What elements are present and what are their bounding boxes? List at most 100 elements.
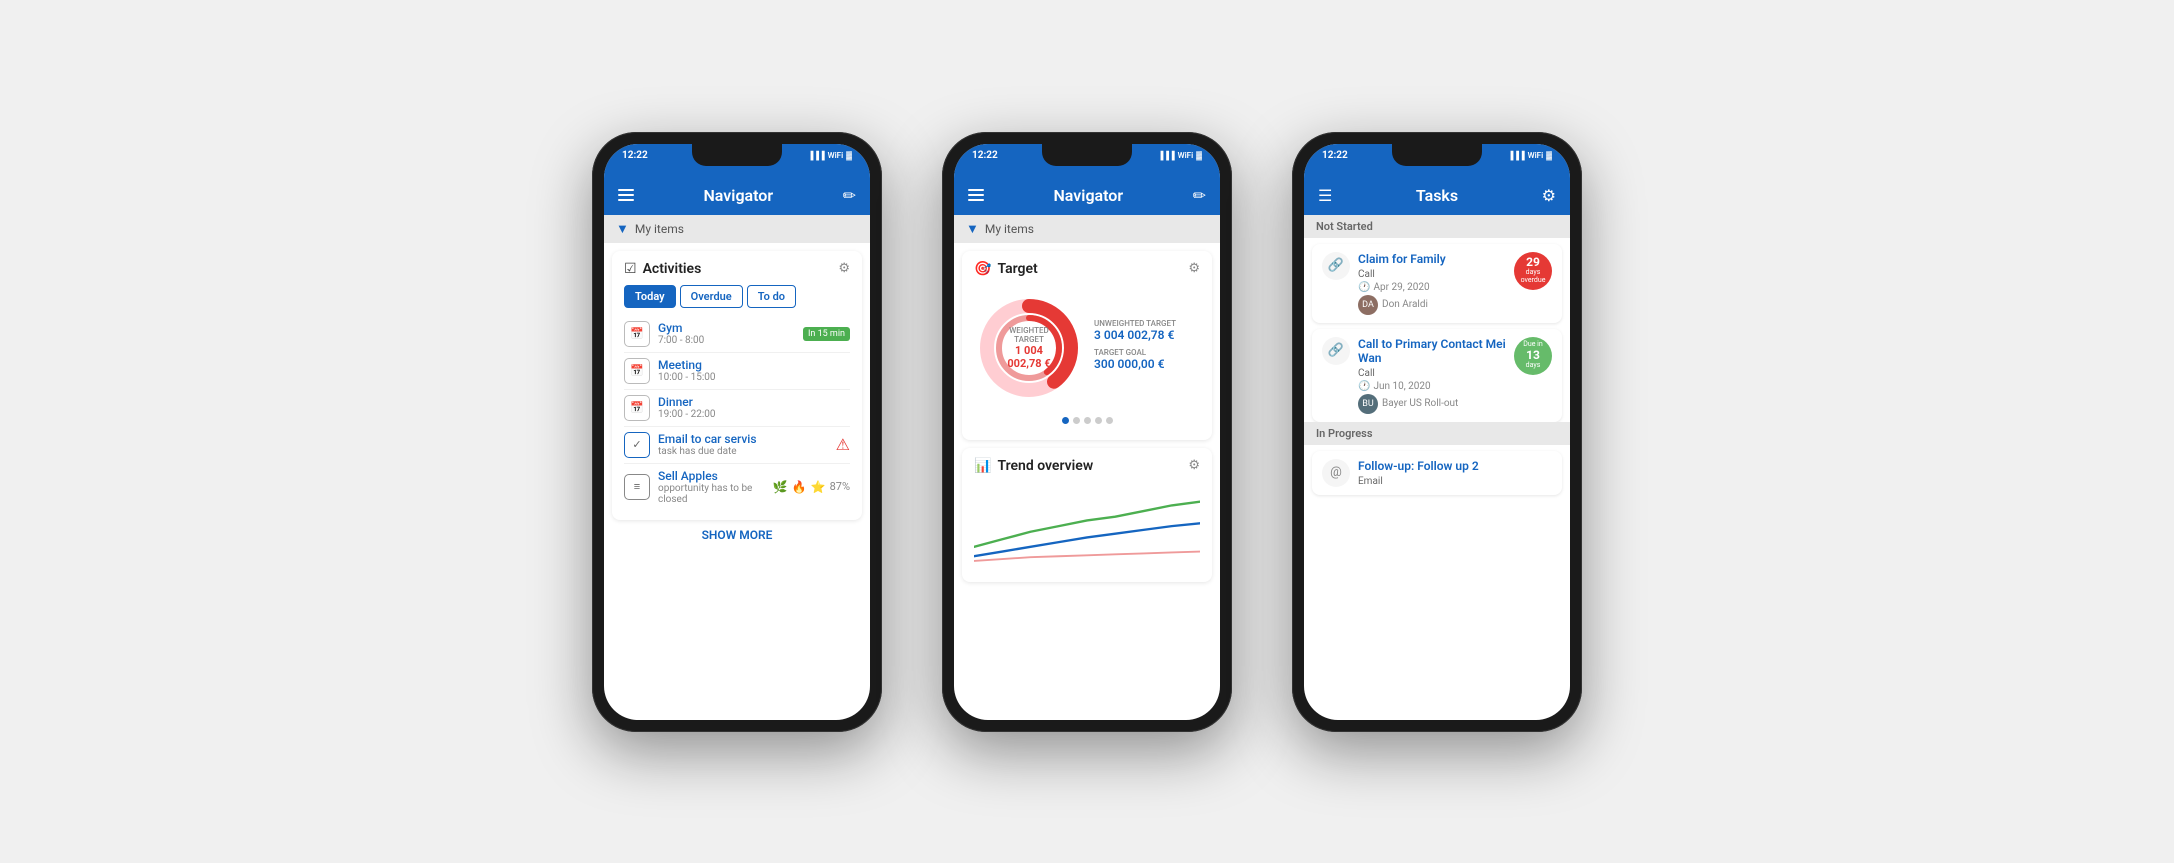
- dinner-time: 19:00 - 22:00: [658, 409, 850, 420]
- unweighted-value: 3 004 002,78 €: [1094, 328, 1200, 342]
- email-info: Email to car servis task has due date: [658, 432, 828, 457]
- edit-icon-1[interactable]: ✏: [843, 186, 856, 205]
- filter-label-1: My items: [635, 222, 684, 236]
- task-icon-call: 🔗: [1322, 337, 1350, 365]
- task-call[interactable]: 🔗 Call to Primary Contact Mei Wan Call 🕐…: [1312, 329, 1562, 422]
- gear-icon-2[interactable]: ⚙: [1188, 261, 1200, 276]
- clock-icon-2: 🕐: [1358, 381, 1370, 392]
- tab-today[interactable]: Today: [624, 285, 676, 308]
- show-more-btn[interactable]: SHOW MORE: [604, 520, 870, 550]
- unweighted-label: UNWEIGHTED TARGET: [1094, 319, 1200, 328]
- wifi-icon-2: WiFi: [1178, 151, 1194, 160]
- menu-icon-1[interactable]: [618, 189, 634, 201]
- activities-title: Activities: [643, 261, 702, 277]
- person-call: Bayer US Roll-out: [1382, 398, 1458, 409]
- link-icon-1: 🔗: [1328, 258, 1344, 273]
- gear-icon-1[interactable]: ⚙: [838, 261, 850, 276]
- goal-label: TARGET GOAL: [1094, 348, 1200, 357]
- wifi-icon-3: WiFi: [1528, 151, 1544, 160]
- fire-icon: 🔥: [792, 480, 807, 494]
- task-icon-followup: @: [1322, 459, 1350, 487]
- meeting-icon: 📅: [624, 358, 650, 384]
- task-type-followup: Email: [1358, 476, 1552, 487]
- activity-sell: ≡ Sell Apples opportunity has to be clos…: [624, 464, 850, 510]
- gym-badge: In 15 min: [803, 327, 850, 341]
- section-in-progress: In Progress: [1304, 422, 1570, 445]
- scroll-content-1: ☑ Activities ⚙ Today Overdue To do 📅: [604, 243, 870, 720]
- header-title-2: Navigator: [1053, 186, 1123, 205]
- phone-3: 12:22 ▐▐▐ WiFi ▓ ☰ Tasks ⚙ Not Started: [1292, 132, 1582, 732]
- target-icon: 🎯: [974, 261, 991, 277]
- email-name[interactable]: Email to car servis: [658, 432, 828, 446]
- email-icon: ✓: [624, 432, 650, 458]
- avatar-call: BU: [1358, 394, 1378, 414]
- app-header-2: Navigator ✏: [954, 180, 1220, 215]
- tabs-row-1: Today Overdue To do: [624, 285, 850, 308]
- task-claim[interactable]: 🔗 Claim for Family Call 🕐 Apr 29, 2020 D…: [1312, 244, 1562, 323]
- task-title-claim[interactable]: Claim for Family: [1358, 252, 1506, 266]
- person-claim: Don Araldi: [1382, 299, 1428, 310]
- meeting-time: 10:00 - 15:00: [658, 372, 850, 383]
- filter-icon-1[interactable]: ▼: [616, 221, 629, 237]
- filter-icon-2[interactable]: ▼: [966, 221, 979, 237]
- target-title-row: 🎯 Target: [974, 261, 1038, 277]
- menu-icon-2[interactable]: [968, 189, 984, 201]
- sell-name[interactable]: Sell Apples: [658, 469, 765, 483]
- donut-label: WEIGHTED TARGET: [1002, 325, 1057, 343]
- dinner-name[interactable]: Dinner: [658, 395, 850, 409]
- dot-1[interactable]: [1062, 417, 1069, 424]
- signal-icon: ▐▐▐: [808, 151, 825, 160]
- tab-todo[interactable]: To do: [747, 285, 796, 308]
- status-time-2: 12:22: [972, 150, 998, 161]
- dinner-info: Dinner 19:00 - 22:00: [658, 395, 850, 420]
- dot-2[interactable]: [1073, 417, 1080, 424]
- tab-overdue[interactable]: Overdue: [680, 285, 743, 308]
- phone-1: 12:22 ▐▐▐ WiFi ▓ Navigator ✏ ▼ My items: [592, 132, 882, 732]
- gear-header-3[interactable]: ⚙: [1542, 186, 1556, 205]
- trend-widget: 📊 Trend overview ⚙: [962, 448, 1212, 582]
- task-body-followup: Follow-up: Follow up 2 Email: [1358, 459, 1552, 487]
- target-title: Target: [997, 261, 1037, 277]
- badge-text-due2: days: [1526, 362, 1541, 370]
- dot-3[interactable]: [1084, 417, 1091, 424]
- gym-name[interactable]: Gym: [658, 321, 795, 335]
- widget-header-1: ☑ Activities ⚙: [624, 261, 850, 277]
- header-title-1: Navigator: [703, 186, 773, 205]
- gear-icon-trend[interactable]: ⚙: [1188, 458, 1200, 473]
- task-type-claim: Call: [1358, 269, 1506, 280]
- task-body-call: Call to Primary Contact Mei Wan Call 🕐 J…: [1358, 337, 1506, 414]
- battery-icon-3: ▓: [1546, 151, 1552, 160]
- dot-4[interactable]: [1095, 417, 1102, 424]
- sell-meta: 🌿 🔥 ⭐ 87%: [773, 480, 850, 494]
- header-title-3: Tasks: [1416, 186, 1458, 205]
- status-time-1: 12:22: [622, 150, 648, 161]
- meeting-name[interactable]: Meeting: [658, 358, 850, 372]
- battery-icon-2: ▓: [1196, 151, 1202, 160]
- sell-percent: 87%: [830, 480, 850, 493]
- dot-5[interactable]: [1106, 417, 1113, 424]
- scroll-content-2: 🎯 Target ⚙: [954, 243, 1220, 720]
- list-icon-3[interactable]: ☰: [1318, 186, 1332, 205]
- badge-text-claim: days overdue: [1520, 269, 1546, 284]
- activity-gym: 📅 Gym 7:00 - 8:00 In 15 min: [624, 316, 850, 353]
- trend-chart: [974, 488, 1200, 568]
- edit-icon-2[interactable]: ✏: [1193, 186, 1206, 205]
- task-icon-claim: 🔗: [1322, 252, 1350, 280]
- link-icon-2: 🔗: [1328, 343, 1344, 358]
- activities-widget: ☑ Activities ⚙ Today Overdue To do 📅: [612, 251, 862, 520]
- clock-icon-1: 🕐: [1358, 282, 1370, 293]
- app-header-1: Navigator ✏: [604, 180, 870, 215]
- task-title-followup[interactable]: Follow-up: Follow up 2: [1358, 459, 1552, 473]
- avatar-row-claim: DA Don Araldi: [1358, 295, 1506, 315]
- donut-chart: WEIGHTED TARGET 1 004 002,78 €: [974, 293, 1084, 403]
- filter-bar-2: ▼ My items: [954, 215, 1220, 243]
- trend-header: 📊 Trend overview ⚙: [974, 458, 1200, 474]
- signal-icon-2: ▐▐▐: [1158, 151, 1175, 160]
- task-followup[interactable]: @ Follow-up: Follow up 2 Email: [1312, 451, 1562, 495]
- wifi-icon: WiFi: [828, 151, 844, 160]
- goal-value: 300 000,00 €: [1094, 357, 1200, 371]
- task-title-call[interactable]: Call to Primary Contact Mei Wan: [1358, 337, 1506, 365]
- filter-label-2: My items: [985, 222, 1034, 236]
- donut-center: WEIGHTED TARGET 1 004 002,78 €: [1002, 325, 1057, 369]
- target-header: 🎯 Target ⚙: [974, 261, 1200, 277]
